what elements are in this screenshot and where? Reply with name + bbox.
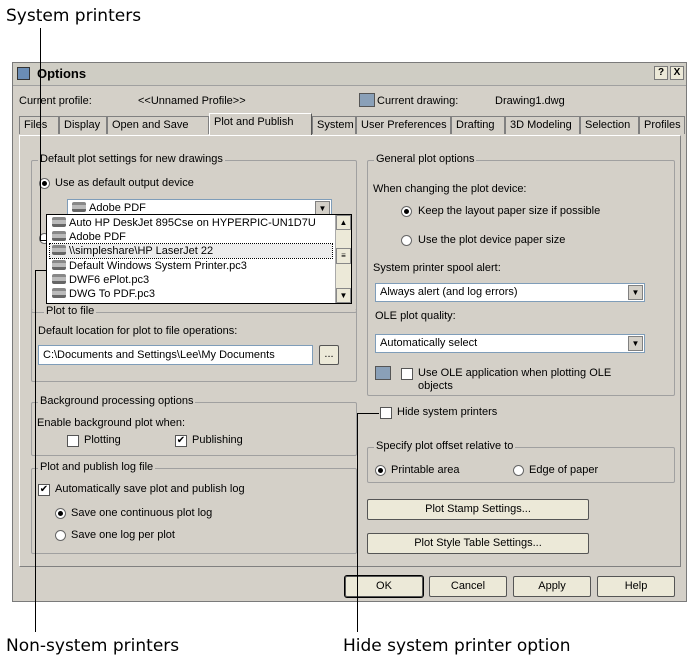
general-plot-group: General plot options — [367, 153, 675, 396]
apply-button[interactable]: Apply — [513, 576, 591, 597]
dialog-title: Options — [37, 66, 87, 81]
tab-open-and-save[interactable]: Open and Save — [107, 116, 209, 134]
publishing-checkbox[interactable]: ✔ — [175, 435, 187, 447]
ole-quality-value: Automatically select — [380, 337, 478, 349]
continuous-log-radio[interactable] — [55, 508, 66, 519]
cancel-button[interactable]: Cancel — [429, 576, 507, 597]
spool-alert-combo[interactable]: Always alert (and log errors) ▼ — [375, 283, 645, 302]
dropdown-scrollbar[interactable]: ▲ ≡ ▼ — [335, 215, 351, 303]
callout-line-hide-h — [357, 413, 379, 414]
printable-area-label: Printable area — [391, 464, 460, 476]
tab-files[interactable]: Files — [19, 116, 59, 134]
auto-save-log-checkbox[interactable]: ✔ — [38, 484, 50, 496]
spool-alert-label: System printer spool alert: — [373, 262, 501, 274]
callout-non-system-printers: Non-system printers — [6, 636, 180, 656]
dropdown-item[interactable]: DWG To PDF.pc3 — [50, 287, 155, 301]
printer-icon — [52, 245, 66, 255]
help-button[interactable]: Help — [597, 576, 675, 597]
use-ole-checkbox[interactable] — [401, 368, 413, 380]
callout-hide-system-printer-option: Hide system printer option — [343, 636, 571, 656]
app-icon — [17, 67, 30, 80]
when-changing-label: When changing the plot device: — [373, 183, 527, 195]
browse-button[interactable]: ... — [319, 345, 339, 365]
use-ole-label: Use OLE application when plotting OLE — [418, 367, 612, 379]
dropdown-item[interactable]: Default Windows System Printer.pc3 — [50, 259, 247, 273]
ole-icon — [375, 366, 391, 380]
per-plot-log-label: Save one log per plot — [71, 529, 175, 541]
title-bar: Options ? X — [13, 63, 686, 86]
continuous-log-label: Save one continuous plot log — [71, 507, 213, 519]
plot-style-table-button[interactable]: Plot Style Table Settings... — [367, 533, 589, 554]
plot-stamp-settings-button[interactable]: Plot Stamp Settings... — [367, 499, 589, 520]
scroll-thumb[interactable]: ≡ — [336, 248, 351, 264]
tab-3d-modeling[interactable]: 3D Modeling — [505, 116, 580, 134]
tab-drafting[interactable]: Drafting — [451, 116, 505, 134]
callout-line-hide — [357, 413, 358, 632]
dropdown-item-selected[interactable]: \\simpleshare\HP LaserJet 22 — [49, 243, 333, 259]
chevron-down-icon[interactable]: ▼ — [628, 285, 643, 300]
per-plot-log-radio[interactable] — [55, 530, 66, 541]
general-plot-title: General plot options — [374, 153, 477, 165]
spool-alert-value: Always alert (and log errors) — [380, 286, 518, 298]
default-device-value: Adobe PDF — [89, 202, 146, 214]
publishing-label: Publishing — [192, 434, 243, 446]
dropdown-item[interactable]: DWF6 ePlot.pc3 — [50, 273, 149, 287]
current-profile-value: <<Unnamed Profile>> — [138, 95, 246, 107]
hide-system-printers-checkbox[interactable] — [380, 407, 392, 419]
plotting-checkbox[interactable] — [67, 435, 79, 447]
log-title: Plot and publish log file — [38, 461, 156, 473]
printer-icon — [52, 260, 66, 270]
keep-layout-radio[interactable] — [401, 206, 412, 217]
printer-icon — [72, 202, 86, 212]
callout-system-printers: System printers — [6, 6, 142, 26]
options-dialog: Options ? X Current profile: <<Unnamed P… — [12, 62, 687, 602]
dropdown-item[interactable]: Adobe PDF — [50, 230, 126, 244]
use-device-size-radio[interactable] — [401, 235, 412, 246]
tab-plot-and-publish[interactable]: Plot and Publish — [209, 113, 312, 135]
edge-of-paper-radio[interactable] — [513, 465, 524, 476]
background-group: Background processing options — [31, 395, 357, 456]
tab-selection[interactable]: Selection — [580, 116, 639, 134]
printable-area-radio[interactable] — [375, 465, 386, 476]
background-title: Background processing options — [38, 395, 196, 407]
current-profile-label: Current profile: — [19, 95, 92, 107]
plot-location-field[interactable]: C:\Documents and Settings\Lee\My Documen… — [38, 345, 313, 365]
plot-location-label: Default location for plot to file operat… — [38, 325, 238, 337]
tab-user-preferences[interactable]: User Preferences — [356, 116, 451, 134]
ole-quality-label: OLE plot quality: — [375, 310, 456, 322]
help-icon[interactable]: ? — [654, 66, 668, 80]
drawing-icon — [359, 93, 375, 107]
tab-system[interactable]: System — [312, 116, 356, 134]
use-default-label: Use as default output device — [55, 177, 194, 189]
scroll-down-icon[interactable]: ▼ — [336, 288, 351, 303]
ole-quality-combo[interactable]: Automatically select ▼ — [375, 334, 645, 353]
plot-to-file-title: Plot to file — [44, 305, 97, 317]
scroll-up-icon[interactable]: ▲ — [336, 215, 351, 230]
printer-icon — [52, 217, 66, 227]
printer-dropdown-list[interactable]: Auto HP DeskJet 895Cse on HYPERPIC-UN1D7… — [46, 214, 352, 304]
dropdown-item[interactable]: Auto HP DeskJet 895Cse on HYPERPIC-UN1D7… — [50, 216, 316, 230]
tab-display[interactable]: Display — [59, 116, 107, 134]
use-device-size-label: Use the plot device paper size — [418, 234, 566, 246]
printer-icon — [52, 231, 66, 241]
plot-offset-title: Specify plot offset relative to — [374, 440, 516, 452]
keep-layout-label: Keep the layout paper size if possible — [418, 205, 601, 217]
current-drawing-label: Current drawing: — [377, 95, 459, 107]
printer-icon — [52, 274, 66, 284]
printer-icon — [52, 288, 66, 298]
chevron-down-icon[interactable]: ▼ — [628, 336, 643, 351]
use-ole-label-2: objects — [418, 380, 453, 392]
close-icon[interactable]: X — [670, 66, 684, 80]
default-plot-title: Default plot settings for new drawings — [38, 153, 225, 165]
edge-of-paper-label: Edge of paper — [529, 464, 599, 476]
callout-line-non-system — [35, 270, 36, 632]
plotting-label: Plotting — [84, 434, 121, 446]
tab-profiles[interactable]: Profiles — [639, 116, 685, 134]
current-drawing-value: Drawing1.dwg — [495, 95, 565, 107]
hide-system-printers-label: Hide system printers — [397, 406, 498, 418]
callout-line-system — [40, 28, 41, 240]
auto-save-log-label: Automatically save plot and publish log — [55, 483, 245, 495]
enable-background-label: Enable background plot when: — [37, 417, 185, 429]
